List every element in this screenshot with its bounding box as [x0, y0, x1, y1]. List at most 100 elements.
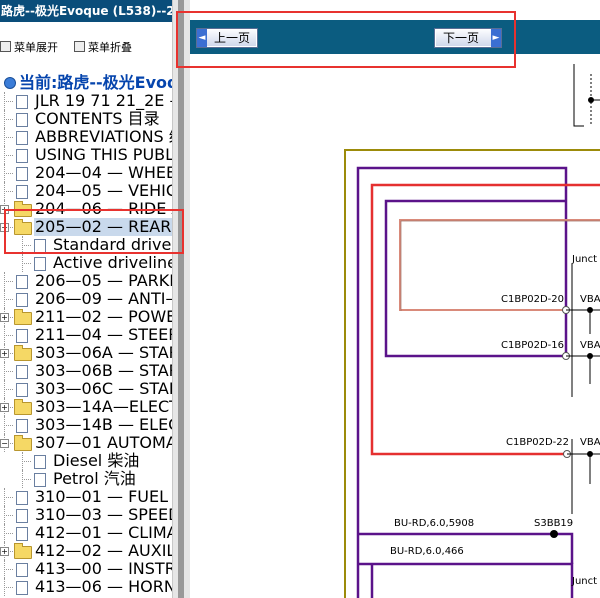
tree-folder[interactable]: +303—14A—ELECTRONIC: [0, 398, 172, 416]
tree-connector: [22, 263, 31, 264]
tree-connector: [4, 128, 5, 146]
tree-item-label: 206—09 — ANTI—LOCK: [35, 290, 172, 308]
folder-icon: [14, 201, 32, 217]
tree-root[interactable]: 当前:路虎--极光Evoque (L5: [0, 74, 172, 92]
expand-menu-label: 菜单展开: [14, 41, 58, 54]
tree-item-label: JLR 19 71 21_2E — RAN: [35, 92, 172, 110]
tree-item[interactable]: 310—01 — FUEL TANK A: [0, 488, 172, 506]
prev-page-button[interactable]: ◄ 上一页: [196, 28, 258, 48]
tree-item-label: 412—02 — AUXILIARY: [35, 542, 172, 560]
tree-connector: [4, 281, 13, 282]
tree-connector: [22, 479, 31, 480]
next-page-button[interactable]: 下一页 ►: [434, 28, 502, 48]
collapse-icon[interactable]: −: [0, 439, 9, 448]
tree-item-label: 204—04 — WHEELS AND: [35, 164, 172, 182]
purple-wire-lower: [358, 562, 574, 598]
tree-folder[interactable]: +412—02 — AUXILIARY: [0, 542, 172, 560]
wiring-diagram: Junct C1BP02D-20 VBA C1BP02D-16 VBA C1BP…: [344, 64, 600, 598]
tree-item-label: USING THIS PUBLICATI: [35, 146, 172, 164]
tree-item[interactable]: 303—06C — STARTING: [0, 380, 172, 398]
tree-connector: [4, 326, 5, 344]
tree-connector: [22, 254, 23, 272]
purple-harness-inner: [384, 199, 566, 358]
tree-item[interactable]: 303—06B — STARTING: [0, 362, 172, 380]
pane-splitter[interactable]: [172, 0, 191, 598]
tree-connector: [4, 146, 5, 164]
tree-connector: [4, 587, 13, 588]
tree-item-label: 211—02 — POWER STE: [35, 308, 172, 326]
tree-folder[interactable]: +204—06 — RIDE AND HA: [0, 200, 172, 218]
tree-item[interactable]: 204—05 — VEHICLE DY: [0, 182, 172, 200]
collapse-menu-button[interactable]: 菜单折叠: [74, 40, 132, 56]
tree-item-label: 303—14B — ELECTRONI: [35, 416, 172, 434]
expand-icon[interactable]: +: [0, 547, 9, 556]
tree-connector: [4, 578, 5, 596]
expand-icon[interactable]: +: [0, 403, 9, 412]
tree-connector: [4, 380, 5, 398]
collapse-icon[interactable]: −: [0, 223, 9, 232]
junction-label: Junct: [571, 254, 597, 265]
tree-item-label: 413—06 — HORN 喇叭: [35, 578, 172, 596]
expand-icon[interactable]: +: [0, 349, 9, 358]
expand-icon[interactable]: +: [0, 313, 9, 322]
tree-item[interactable]: ABBREVIATIONS 缩略语: [0, 128, 172, 146]
tree-connector: [4, 173, 13, 174]
collapse-icon: [74, 41, 85, 52]
tree-item-label: Standard driveline 标: [53, 236, 172, 254]
document-icon: [16, 527, 28, 541]
tree-item[interactable]: CONTENTS 目录: [0, 110, 172, 128]
top-strip: [190, 0, 600, 20]
tree-item-label: 413—00 — INSTRUMENT: [35, 560, 172, 578]
tree-item[interactable]: 211—04 — STEERING C: [0, 326, 172, 344]
document-icon: [34, 239, 46, 253]
tree-item[interactable]: JLR 19 71 21_2E — RAN: [0, 92, 172, 110]
tree-item[interactable]: USING THIS PUBLICATI: [0, 146, 172, 164]
window-title: 路虎--极光Evoque (L538)--201: [0, 0, 172, 22]
tree-item[interactable]: 310—03 — SPEED CONT: [0, 506, 172, 524]
tree-connector: [4, 416, 5, 434]
tree-item[interactable]: Standard driveline 标: [0, 236, 172, 254]
document-icon: [16, 563, 28, 577]
tree-connector: [4, 389, 13, 390]
olive-harness: [344, 149, 600, 598]
tree-item[interactable]: Diesel 柴油: [0, 452, 172, 470]
tree-item[interactable]: 413—06 — HORN 喇叭: [0, 578, 172, 596]
content-panel: ◄ 上一页 下一页 ► Junct C1BP02D-20 VBA C1BP02D…: [190, 0, 600, 598]
tree-connector: [4, 425, 13, 426]
arrow-left-icon: ◄: [197, 29, 207, 47]
tree-connector: [4, 101, 13, 102]
tree-item-label: 303—06B — STARTING: [35, 362, 172, 380]
tree-connector: [22, 452, 23, 470]
tree-item[interactable]: 204—04 — WHEELS AND: [0, 164, 172, 182]
tree-folder[interactable]: +303—06A — STARTING: [0, 344, 172, 362]
document-icon: [34, 257, 46, 271]
collapse-menu-label: 菜单折叠: [88, 41, 132, 54]
tree-item-label: 204—06 — RIDE AND HA: [35, 200, 172, 218]
tree-folder[interactable]: − 205—02 — REAR DRIVE: [0, 218, 172, 236]
tree-item[interactable]: 206—05 — PARKING BR: [0, 272, 172, 290]
expand-menu-button[interactable]: 菜单展开: [0, 40, 58, 56]
tree-item[interactable]: Petrol 汽油: [0, 470, 172, 488]
tree-item[interactable]: 413—00 — INSTRUMENT: [0, 560, 172, 578]
tree-item[interactable]: Active driveline 主动: [0, 254, 172, 272]
tree-connector: [22, 470, 23, 488]
tree-item[interactable]: 303—14B — ELECTRONI: [0, 416, 172, 434]
tree-item[interactable]: 206—09 — ANTI—LOCK: [0, 290, 172, 308]
expand-icon[interactable]: +: [0, 205, 9, 214]
tree-connector: [4, 119, 13, 120]
document-icon: [16, 185, 28, 199]
tree-item-label: 205—02 — REAR DRIVE: [34, 218, 172, 236]
tree-connector: [4, 533, 13, 534]
document-icon: [16, 383, 28, 397]
tree-folder[interactable]: +211—02 — POWER STE: [0, 308, 172, 326]
folder-icon: [14, 399, 32, 415]
tree-connector: [4, 497, 13, 498]
menu-bar: 菜单展开 菜单折叠: [0, 22, 172, 58]
tree-item-label: 303—06C — STARTING: [35, 380, 172, 398]
arrow-right-icon: ►: [491, 29, 501, 47]
tree-connector: [4, 272, 5, 290]
tree-item-label: 211—04 — STEERING C: [35, 326, 172, 344]
tree-item[interactable]: 412—01 — CLIMATE CO: [0, 524, 172, 542]
tree-folder[interactable]: − 307—01 AUTOMATIC TR: [0, 434, 172, 452]
splice-point: [550, 530, 558, 538]
